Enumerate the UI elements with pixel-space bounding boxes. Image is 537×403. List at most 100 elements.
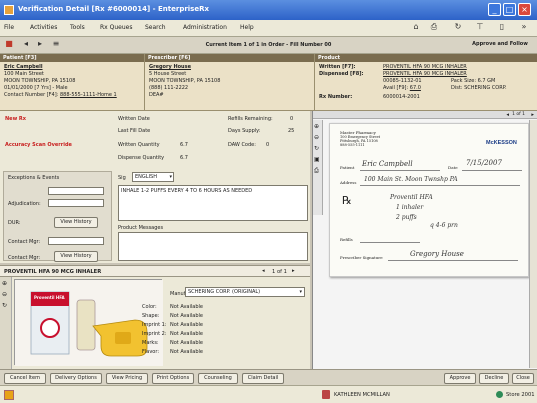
approve-button[interactable]: Approve <box>444 373 476 384</box>
dispensed-drug-link[interactable]: PROVENTIL HFA 90 MCG INHALER <box>383 71 467 77</box>
box-brand-text: Proventil HFA <box>34 295 65 300</box>
drug-zoom-in-icon[interactable]: ⊕ <box>2 280 7 287</box>
rx-number-label: Rx Number: <box>319 94 353 100</box>
maximize-button[interactable]: □ <box>503 3 516 16</box>
inhaler-illustration <box>15 280 163 366</box>
rotate-icon[interactable]: ↻ <box>314 145 319 152</box>
drug-prev-icon[interactable]: ◂ <box>262 268 265 274</box>
menu-tools[interactable]: Tools <box>70 24 85 31</box>
prev-page-icon[interactable]: ◂ <box>506 112 509 118</box>
window-title: Verification Detail [Rx #6000014] - Ente… <box>18 5 210 13</box>
image-page-indicator: 1 of 1 <box>512 112 525 117</box>
patient-address1: 100 Main Street <box>4 71 44 77</box>
refresh-icon[interactable]: ↻ <box>452 22 464 34</box>
counseling-button[interactable]: Counseling <box>198 373 238 384</box>
menu-file[interactable]: File <box>4 24 14 31</box>
imprint2-value: Not Available <box>170 331 203 337</box>
manufacturer-select[interactable]: SCHERING CORP. (ORIGINAL) ▾ <box>185 287 305 297</box>
language-select[interactable]: ENGLISH ▾ <box>132 172 174 182</box>
drug-zoom-out-icon[interactable]: ⊖ <box>2 291 7 298</box>
drug-next-icon[interactable]: ▸ <box>292 268 295 274</box>
close-button[interactable]: Close <box>512 373 534 384</box>
home-icon[interactable]: ⌂ <box>410 22 422 34</box>
minimize-button[interactable]: _ <box>488 3 501 16</box>
image-side-tools: ⊕ ⊖ ↻ ▣ ⎙ <box>313 120 323 215</box>
shape-label: Shape: <box>142 313 160 319</box>
rx-number-value: 6000014-2001 <box>383 94 420 100</box>
prescriber-name-link[interactable]: Gregory House <box>149 64 191 70</box>
menu-administration[interactable]: Administration <box>183 24 227 31</box>
contact-number-link[interactable]: 888-555-1111-Home 1 <box>60 92 117 98</box>
menu-activities[interactable]: Activities <box>30 24 57 31</box>
print-image-icon[interactable]: ⎙ <box>314 167 319 175</box>
warning-icon <box>4 390 14 400</box>
cancel-item-button[interactable]: Cancel Item <box>4 373 46 384</box>
flavor-label: Flavor: <box>142 349 159 355</box>
product-messages-box <box>118 232 308 261</box>
scan-rx-line1: Proventil HFA <box>390 194 433 201</box>
dur-label: DUR: <box>8 220 21 226</box>
decline-button[interactable]: Decline <box>479 373 509 384</box>
menu-rx-queues[interactable]: Rx Queues <box>100 24 132 31</box>
menu-search[interactable]: Search <box>145 24 166 31</box>
scan-pharmacy-phone: 888-555-1111 <box>340 143 365 147</box>
scan-patient-label: Patient <box>340 165 355 170</box>
avail-link[interactable]: 67.0 <box>410 85 421 91</box>
menu-help[interactable]: Help <box>240 24 254 31</box>
image-scrollbar[interactable] <box>529 120 537 368</box>
contact-label: Contact Number [F4]: <box>4 92 59 98</box>
sig-text-area[interactable]: INHALE 1-2 PUFFS EVERY 4 TO 6 HOURS AS N… <box>118 185 308 221</box>
accuracy-scan-label: Accuracy Scan Override <box>5 142 72 148</box>
scan-rx-line4: q 4-6 prn <box>430 222 458 229</box>
note-icon[interactable]: ▯ <box>496 22 508 34</box>
daw-label: DAW Code: <box>228 142 256 148</box>
approve-follow-button[interactable]: Approve and Follow <box>468 40 532 51</box>
drug-rotate-icon[interactable]: ↻ <box>2 302 7 309</box>
fit-icon[interactable]: ▣ <box>314 156 320 163</box>
ndc-value: 00085-1132-01 <box>383 78 422 84</box>
color-value: Not Available <box>170 304 203 310</box>
pin-icon[interactable]: ⊤ <box>474 22 486 34</box>
patient-name-link[interactable]: Eric Campbell <box>4 64 43 70</box>
fill-details-pane: New Rx Accuracy Scan Override Written Da… <box>0 111 310 263</box>
zoom-in-icon[interactable]: ⊕ <box>314 123 319 130</box>
prescriber-address1: 5 House Street <box>149 71 187 77</box>
print-icon[interactable]: ⎙ <box>428 22 440 34</box>
patient-dob: 01/01/2000 [7 Yrs] - Male <box>4 85 68 91</box>
next-page-icon[interactable]: ▸ <box>531 112 534 118</box>
drug-panel-header: PROVENTIL HFA 90 MCG INHALER ◂ 1 of 1 ▸ <box>0 265 310 277</box>
avail-label: Avail [F9]: <box>383 85 409 91</box>
view-history-button-2[interactable]: View History <box>54 251 98 262</box>
contact-mgr-label: Contact Mgr: <box>8 239 41 245</box>
current-item-label: Current Item 1 of 1 in Order - Fill Numb… <box>205 42 332 48</box>
contact-mgr-box <box>48 237 104 245</box>
scan-address-line <box>360 185 520 186</box>
more-icon[interactable]: » <box>518 22 530 34</box>
prescriber-phone: (888) 111-2222 <box>149 85 189 91</box>
title-bar: Verification Detail [Rx #6000014] - Ente… <box>0 0 537 20</box>
scan-date-label: Date <box>448 165 458 170</box>
imprint2-label: Imprint 2: <box>142 331 167 337</box>
close-window-button[interactable]: × <box>518 3 531 16</box>
written-qty-value: 6.7 <box>180 142 188 148</box>
view-pricing-button[interactable]: View Pricing <box>106 373 148 384</box>
language-value: ENGLISH <box>135 174 157 180</box>
zoom-out-icon[interactable]: ⊖ <box>314 134 319 141</box>
status-user: KATHLEEN MCMILLAN <box>334 392 390 398</box>
patient-panel: Patient [F3] Eric Campbell 100 Main Stre… <box>0 54 144 111</box>
adjudication-box <box>48 199 104 207</box>
scan-prescriber-line <box>388 260 518 261</box>
written-qty-label: Written Quantity <box>118 142 160 148</box>
scan-prescriber-label: Prescriber Signature <box>340 255 383 260</box>
scan-refills-line <box>360 242 420 243</box>
scan-patient-handwriting: Eric Campbell <box>362 160 413 168</box>
mckesson-logo: McKESSON <box>486 140 517 146</box>
nav-bar: ■ ◂ ▸ ≡ Current Item 1 of 1 in Order - F… <box>0 37 537 54</box>
view-history-button[interactable]: View History <box>54 217 98 228</box>
prescriber-panel: Prescriber [F6] Gregory House 5 House St… <box>144 54 314 111</box>
delivery-options-button[interactable]: Delivery Options <box>50 373 102 384</box>
claim-detail-button[interactable]: Claim Detail <box>242 373 284 384</box>
drug-page-indicator: 1 of 1 <box>272 269 287 275</box>
written-drug-link[interactable]: PROVENTIL HFA 90 MCG INHALER <box>383 64 467 70</box>
print-options-button[interactable]: Print Options <box>152 373 194 384</box>
